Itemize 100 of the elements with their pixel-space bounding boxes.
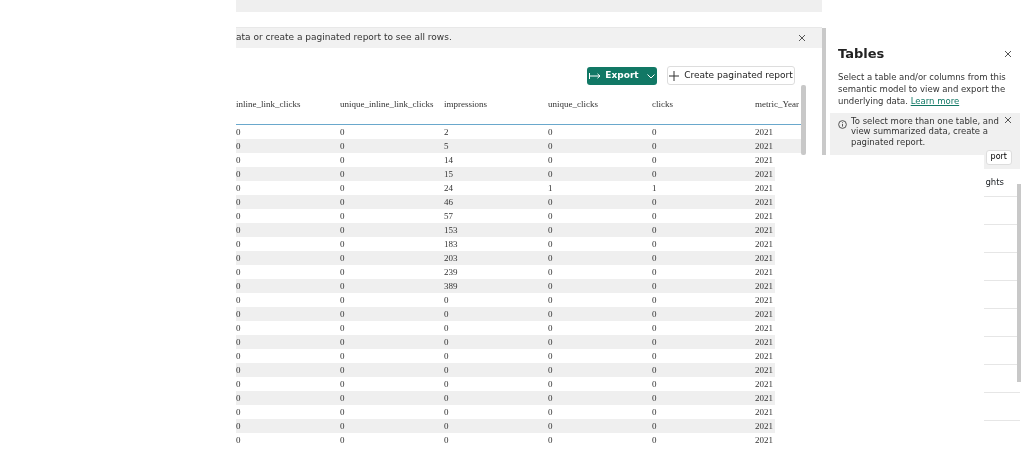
table-cell: 0	[340, 141, 345, 151]
table-cell: 0	[652, 141, 657, 151]
close-icon[interactable]	[798, 34, 806, 42]
table-cell: 2021	[755, 225, 773, 235]
table-cell: 0	[548, 379, 553, 389]
table-cell: 389	[444, 281, 458, 291]
table-cell: 0	[236, 435, 241, 445]
table-cell: 0	[548, 155, 553, 165]
table-cell: 0	[236, 407, 241, 417]
create-report-button[interactable]: port	[985, 150, 1012, 165]
table-cell: 0	[340, 211, 345, 221]
close-icon[interactable]	[1004, 49, 1012, 58]
column-header[interactable]: metric_Year	[755, 98, 800, 109]
banner-message: ata or create a paginated report to see all rows.	[236, 31, 452, 45]
export-button[interactable]: Export	[587, 67, 657, 85]
column-header[interactable]: unique_inline_link_clicks	[340, 98, 434, 109]
table-cell: 0	[340, 239, 345, 249]
table-cell: 0	[340, 323, 345, 333]
table-cell: 0	[340, 295, 345, 305]
table-cell: 0	[548, 211, 553, 221]
table-cell: 0	[444, 337, 449, 347]
table-cell: 1	[652, 183, 657, 193]
table-cell: 0	[236, 281, 241, 291]
create-report-button[interactable]: Create paginated report	[667, 66, 795, 85]
table-cell: 0	[236, 351, 241, 361]
table-cell: 2021	[755, 281, 773, 291]
table-cell: 0	[340, 155, 345, 165]
table-cell: 0	[236, 225, 241, 235]
table-cell: 0	[444, 365, 449, 375]
table-cell: 0	[652, 393, 657, 403]
panel-title: Tables	[838, 46, 885, 62]
table-cell: 57	[444, 211, 453, 221]
table-cell: 0	[652, 435, 657, 445]
table-cell: 2021	[755, 337, 773, 347]
table-cell: 2021	[755, 155, 773, 165]
table-cell: 0	[548, 267, 553, 277]
table-cell: 0	[340, 253, 345, 263]
table-cell: 0	[548, 365, 553, 375]
table-cell: 2021	[755, 309, 773, 319]
table-list-item[interactable]: ghts	[985, 175, 1004, 189]
table-cell: 0	[652, 351, 657, 361]
table-cell: 0	[652, 127, 657, 137]
table-cell: 0	[340, 337, 345, 347]
table-cell: 1	[548, 183, 553, 193]
table-cell: 0	[548, 197, 553, 207]
table-cell: 0	[340, 309, 345, 319]
table-cell: 0	[548, 127, 553, 137]
info-message: To select more than one table, and view summarized data, create a paginated report.	[851, 115, 1000, 148]
table-cell: 0	[548, 309, 553, 319]
table-cell: 0	[340, 365, 345, 375]
table-cell: 0	[652, 225, 657, 235]
close-icon[interactable]	[1004, 115, 1012, 124]
table-cell: 2021	[755, 197, 773, 207]
table-cell: 0	[652, 407, 657, 417]
table-cell: 0	[340, 393, 345, 403]
table-cell: 2021	[755, 379, 773, 389]
table-cell: 0	[548, 169, 553, 179]
table-cell: 0	[340, 169, 345, 179]
table-cell: 0	[236, 155, 241, 165]
table-cell: 2021	[755, 365, 773, 375]
table-cell: 0	[444, 379, 449, 389]
table-cell: 0	[444, 351, 449, 361]
table-cell: 0	[340, 197, 345, 207]
table-cell: 2021	[755, 267, 773, 277]
table-cell: 0	[652, 267, 657, 277]
table-cell: 2021	[755, 127, 773, 137]
table-cell: 2021	[755, 323, 773, 333]
table-cell: 0	[236, 183, 241, 193]
table-cell: 0	[548, 393, 553, 403]
table-cell: 0	[340, 421, 345, 431]
table-cell: 0	[236, 379, 241, 389]
column-header[interactable]: clicks	[652, 98, 673, 109]
table-cell: 0	[236, 253, 241, 263]
table-cell: 183	[444, 239, 458, 249]
column-header[interactable]: impressions	[444, 98, 487, 109]
table-cell: 0	[652, 337, 657, 347]
table-cell: 0	[236, 323, 241, 333]
table-cell: 0	[340, 267, 345, 277]
table-cell: 2021	[755, 351, 773, 361]
table-cell: 0	[236, 141, 241, 151]
column-header[interactable]: inline_link_clicks	[236, 98, 301, 109]
scrollbar[interactable]	[1017, 184, 1021, 382]
column-header[interactable]: unique_clicks	[548, 98, 598, 109]
table-cell: 0	[444, 309, 449, 319]
table-cell: 0	[548, 225, 553, 235]
table-cell: 0	[444, 407, 449, 417]
learn-more-link[interactable]: Learn more	[910, 95, 960, 106]
table-cell: 0	[548, 295, 553, 305]
table-cell: 0	[444, 435, 449, 445]
table-cell: 0	[548, 239, 553, 249]
table-cell: 2	[444, 127, 449, 137]
chevron-down-icon	[646, 73, 655, 79]
table-cell: 0	[444, 421, 449, 431]
table-cell: 0	[236, 197, 241, 207]
table-cell: 0	[444, 393, 449, 403]
table-cell: 0	[652, 309, 657, 319]
table-cell: 0	[236, 365, 241, 375]
table-cell: 0	[652, 211, 657, 221]
table-cell: 0	[340, 379, 345, 389]
scrollbar[interactable]	[801, 85, 806, 155]
